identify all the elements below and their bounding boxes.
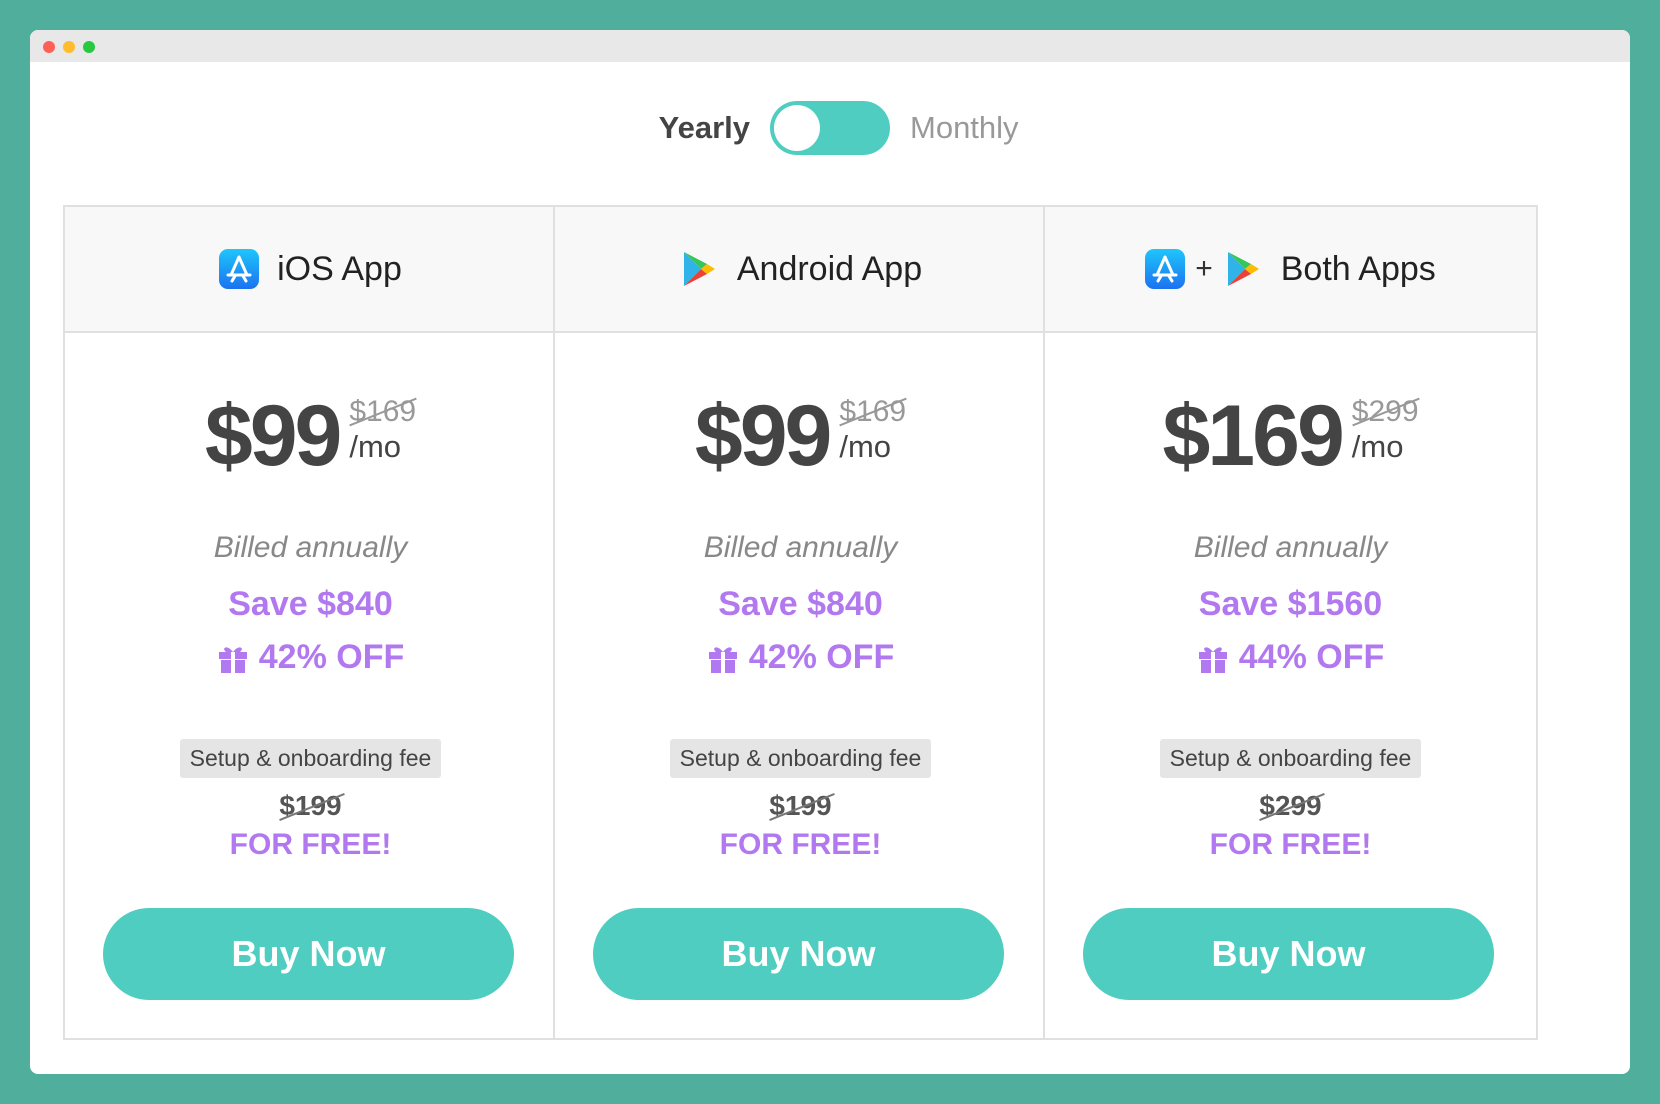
price-side: $169 /mo bbox=[349, 391, 418, 465]
pricing-cards: iOS App $99 $169 /mo Billed annually Sav… bbox=[63, 205, 1603, 1040]
plan-card-android: Android App $99 $169 /mo Billed annually… bbox=[553, 205, 1048, 1040]
plus-sign: + bbox=[1195, 252, 1213, 285]
old-price: $299 bbox=[1352, 395, 1420, 429]
app-store-icon bbox=[219, 249, 260, 289]
buy-now-button[interactable]: Buy Now bbox=[1083, 908, 1494, 1000]
old-price: $169 bbox=[839, 395, 908, 429]
old-price: $169 bbox=[349, 395, 418, 429]
yearly-label[interactable]: Yearly bbox=[600, 110, 750, 146]
app-store-icon bbox=[1145, 249, 1186, 289]
setup-fee-badge: Setup & onboarding fee bbox=[1159, 739, 1422, 778]
plan-title: Android App bbox=[736, 249, 923, 288]
google-play-icon bbox=[679, 249, 719, 289]
discount-row: 44% OFF bbox=[1045, 638, 1536, 677]
plan-header: iOS App bbox=[65, 207, 556, 333]
plan-card-ios: iOS App $99 $169 /mo Billed annually Sav… bbox=[63, 205, 558, 1040]
fee-old-price: $199 bbox=[555, 790, 1046, 822]
close-window-button[interactable] bbox=[43, 41, 55, 53]
plan-price: $99 bbox=[694, 388, 832, 484]
buy-now-button[interactable]: Buy Now bbox=[593, 908, 1004, 1000]
price-side: $169 /mo bbox=[839, 391, 908, 465]
discount-text: 42% OFF bbox=[258, 638, 405, 676]
gift-icon bbox=[707, 642, 739, 674]
setup-fee-badge: Setup & onboarding fee bbox=[179, 739, 442, 778]
price-unit: /mo bbox=[349, 429, 402, 464]
price-unit: /mo bbox=[839, 429, 892, 464]
discount-row: 42% OFF bbox=[65, 638, 556, 677]
fee-old-price: $199 bbox=[65, 790, 556, 822]
save-amount: Save $1560 bbox=[1198, 585, 1383, 623]
fee-free-label: FOR FREE! bbox=[1209, 828, 1372, 861]
billing-note: Billed annually bbox=[703, 531, 898, 564]
save-amount: Save $840 bbox=[228, 585, 393, 623]
setup-fee-badge: Setup & onboarding fee bbox=[669, 739, 932, 778]
switch-knob[interactable] bbox=[774, 105, 820, 151]
price-side: $299 /mo bbox=[1351, 391, 1420, 465]
plan-header: + Both Apps bbox=[1045, 207, 1536, 333]
fee-section: Setup & onboarding fee bbox=[1045, 739, 1536, 778]
fee-section: Setup & onboarding fee bbox=[65, 739, 556, 778]
billing-period-switch[interactable] bbox=[770, 101, 890, 155]
discount-text: 44% OFF bbox=[1238, 638, 1385, 676]
fee-section: Setup & onboarding fee bbox=[555, 739, 1046, 778]
plan-price: $99 bbox=[204, 388, 342, 484]
monthly-label[interactable]: Monthly bbox=[910, 110, 1060, 146]
fee-free-label: FOR FREE! bbox=[229, 828, 392, 861]
save-amount: Save $840 bbox=[718, 585, 883, 623]
price-unit: /mo bbox=[1351, 429, 1404, 464]
price-row: $99 $169 /mo bbox=[65, 391, 556, 481]
billing-note: Billed annually bbox=[213, 531, 408, 564]
gift-icon bbox=[1197, 642, 1229, 674]
google-play-icon bbox=[1223, 249, 1263, 289]
billing-toggle-row: Yearly Monthly bbox=[30, 100, 1630, 156]
plan-header: Android App bbox=[555, 207, 1046, 333]
price-row: $169 $299 /mo bbox=[1045, 391, 1536, 481]
gift-icon bbox=[217, 642, 249, 674]
plan-price: $169 bbox=[1162, 388, 1344, 484]
fee-free-label: FOR FREE! bbox=[719, 828, 882, 861]
price-row: $99 $169 /mo bbox=[555, 391, 1046, 481]
minimize-window-button[interactable] bbox=[63, 41, 75, 53]
discount-row: 42% OFF bbox=[555, 638, 1046, 677]
buy-now-button[interactable]: Buy Now bbox=[103, 908, 514, 1000]
discount-text: 42% OFF bbox=[748, 638, 895, 676]
plan-title: Both Apps bbox=[1280, 249, 1436, 288]
plan-title: iOS App bbox=[277, 249, 402, 288]
browser-window: Yearly Monthly iOS App $99 $169 /mo Bill… bbox=[30, 30, 1630, 1074]
billing-note: Billed annually bbox=[1193, 531, 1388, 564]
plan-card-both: + Both Apps $169 $299 /mo Billed annuall… bbox=[1043, 205, 1538, 1040]
fee-old-price: $299 bbox=[1045, 790, 1536, 822]
maximize-window-button[interactable] bbox=[83, 41, 95, 53]
window-titlebar bbox=[30, 30, 1630, 62]
